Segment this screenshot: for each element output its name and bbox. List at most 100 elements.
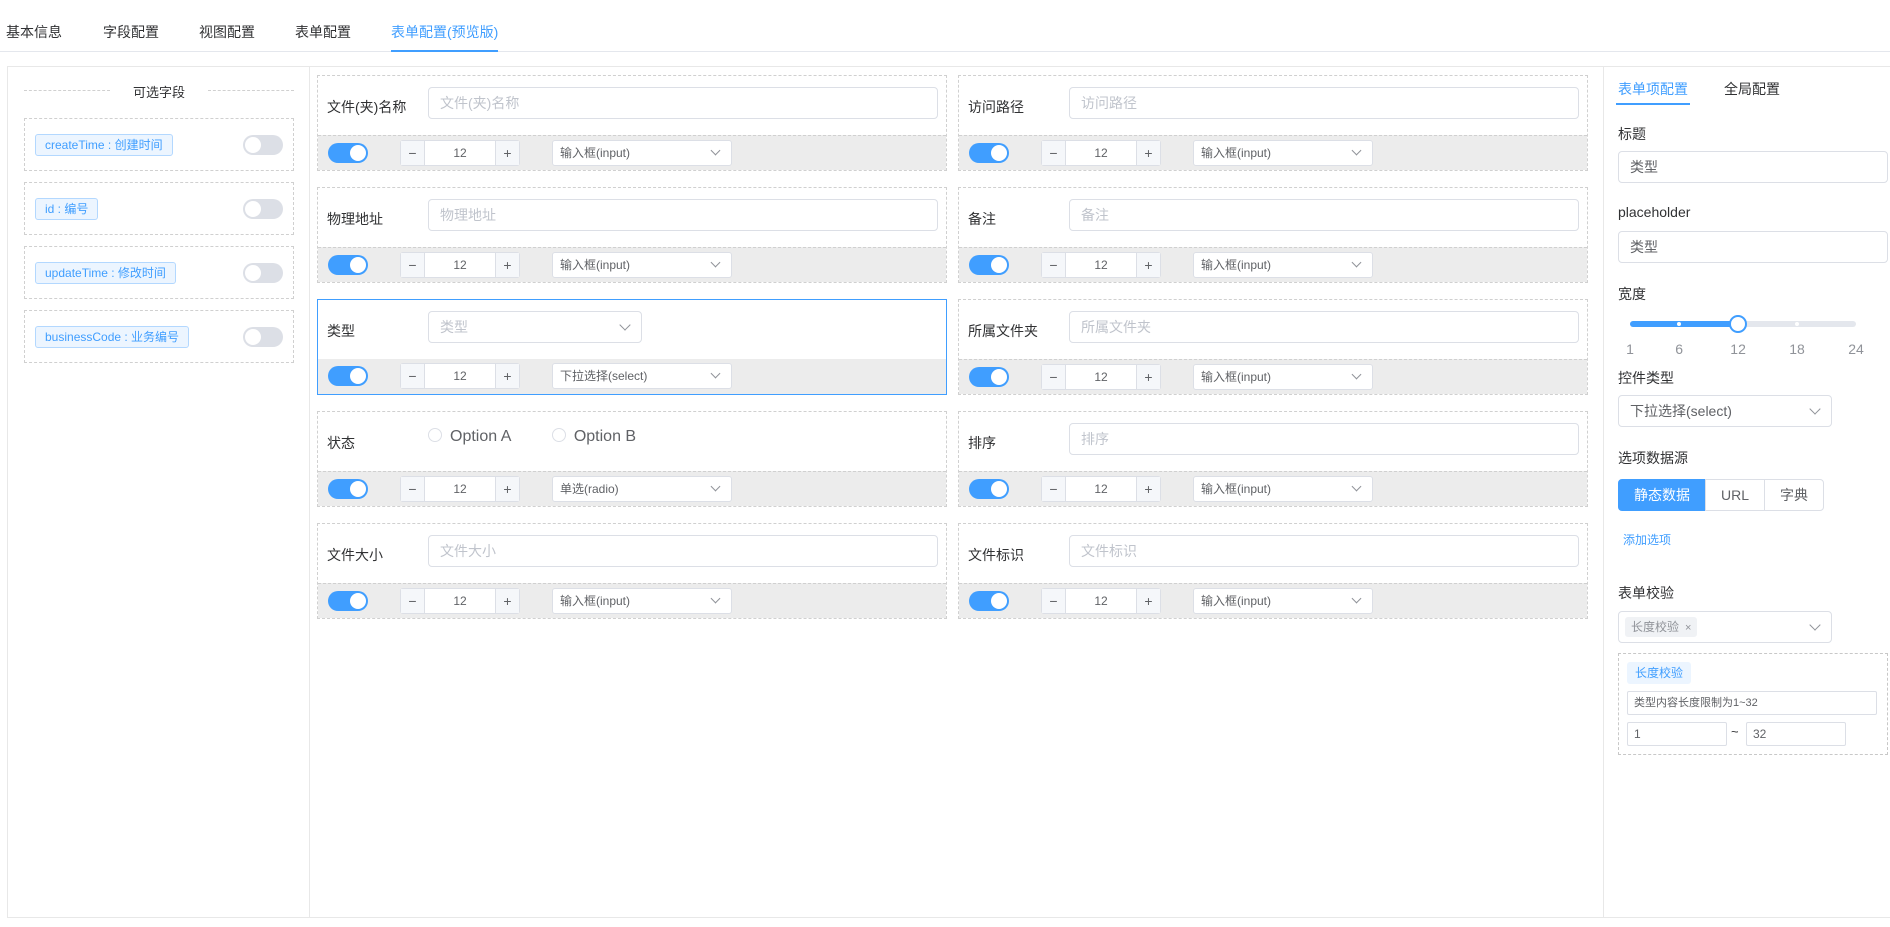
increment-button[interactable]: +	[495, 477, 519, 501]
form-item-toggle[interactable]	[328, 479, 368, 499]
tab-global-config[interactable]: 全局配置	[1724, 79, 1780, 105]
radio-button[interactable]	[428, 428, 442, 442]
field-tag[interactable]: id : 编号	[35, 198, 99, 220]
increment-button[interactable]: +	[495, 589, 519, 613]
radio-button[interactable]	[551, 428, 566, 442]
width-stepper[interactable]: − 12 +	[1041, 364, 1161, 390]
form-item-toggle[interactable]	[328, 255, 368, 275]
form-item-input[interactable]: 访问路径	[1069, 87, 1579, 119]
increment-button[interactable]: +	[1136, 365, 1160, 389]
decrement-button[interactable]: −	[1042, 365, 1066, 389]
rule-message-input[interactable]: 类型内容长度限制为1~32	[1627, 691, 1877, 715]
decrement-button[interactable]: −	[1042, 477, 1066, 501]
control-type-select[interactable]: 单选(radio)	[552, 476, 732, 502]
decrement-button[interactable]: −	[401, 253, 425, 277]
radio-label[interactable]: Option B	[574, 428, 636, 445]
increment-button[interactable]: +	[1136, 589, 1160, 613]
form-item-card[interactable]: 物理地址 物理地址 − 12 + 输入框(input)	[317, 187, 947, 283]
form-item-toggle[interactable]	[969, 367, 1009, 387]
form-item-toggle[interactable]	[969, 479, 1009, 499]
width-value[interactable]: 12	[425, 477, 495, 501]
form-item-select[interactable]: 类型	[428, 311, 642, 343]
form-item-toggle[interactable]	[969, 143, 1009, 163]
field-tag[interactable]: businessCode : 业务编号	[35, 326, 190, 348]
placeholder-input[interactable]: 类型	[1618, 231, 1888, 263]
width-stepper[interactable]: − 12 +	[1041, 140, 1161, 166]
width-stepper[interactable]: − 12 +	[1041, 588, 1161, 614]
form-item-input[interactable]: 文件大小	[428, 535, 938, 567]
width-stepper[interactable]: − 12 +	[400, 363, 520, 389]
control-type-select[interactable]: 下拉选择(select)	[1618, 395, 1832, 427]
form-item-toggle[interactable]	[328, 366, 368, 386]
width-value[interactable]: 12	[1066, 141, 1136, 165]
decrement-button[interactable]: −	[1042, 141, 1066, 165]
control-type-select[interactable]: 输入框(input)	[552, 252, 732, 278]
width-stepper[interactable]: − 12 +	[400, 588, 520, 614]
width-value[interactable]: 12	[1066, 477, 1136, 501]
add-option-link[interactable]: 添加选项	[1623, 531, 1671, 548]
decrement-button[interactable]: −	[401, 477, 425, 501]
decrement-button[interactable]: −	[1042, 589, 1066, 613]
form-item-card-selected[interactable]: 类型 类型 − 12 + 下拉选择(select)	[317, 299, 947, 395]
width-value[interactable]: 12	[425, 141, 495, 165]
width-stepper[interactable]: − 12 +	[400, 140, 520, 166]
control-type-select[interactable]: 输入框(input)	[1193, 588, 1373, 614]
width-stepper[interactable]: − 12 +	[1041, 476, 1161, 502]
width-value[interactable]: 12	[1066, 253, 1136, 277]
control-type-select[interactable]: 下拉选择(select)	[552, 363, 732, 389]
increment-button[interactable]: +	[1136, 477, 1160, 501]
datasource-dict-button[interactable]: 字典	[1764, 479, 1825, 511]
form-item-toggle[interactable]	[969, 255, 1009, 275]
tab-form-config[interactable]: 表单配置	[295, 22, 351, 52]
form-item-input[interactable]: 排序	[1069, 423, 1579, 455]
title-input[interactable]: 类型	[1618, 151, 1888, 183]
datasource-url-button[interactable]: URL	[1705, 479, 1766, 511]
form-item-card[interactable]: 备注 备注 − 12 + 输入框(input)	[958, 187, 1588, 283]
width-value[interactable]: 12	[425, 364, 495, 388]
increment-button[interactable]: +	[495, 141, 519, 165]
form-item-toggle[interactable]	[328, 591, 368, 611]
increment-button[interactable]: +	[1136, 253, 1160, 277]
tab-view-config[interactable]: 视图配置	[199, 22, 255, 52]
increment-button[interactable]: +	[1136, 141, 1160, 165]
form-item-toggle[interactable]	[328, 143, 368, 163]
form-item-card[interactable]: 文件标识 文件标识 − 12 + 输入框(input)	[958, 523, 1588, 619]
form-item-input[interactable]: 所属文件夹	[1069, 311, 1579, 343]
form-item-card[interactable]: 文件大小 文件大小 − 12 + 输入框(input)	[317, 523, 947, 619]
form-item-input[interactable]: 备注	[1069, 199, 1579, 231]
decrement-button[interactable]: −	[1042, 253, 1066, 277]
form-item-input[interactable]: 文件标识	[1069, 535, 1579, 567]
width-value[interactable]: 12	[1066, 365, 1136, 389]
form-item-card[interactable]: 访问路径 访问路径 − 12 + 输入框(input)	[958, 75, 1588, 171]
decrement-button[interactable]: −	[401, 589, 425, 613]
form-item-card[interactable]: 文件(夹)名称 文件(夹)名称 − 12 + 输入框(input)	[317, 75, 947, 171]
form-item-card[interactable]: 状态 Option A Option B − 12 + 单选(radio)	[317, 411, 947, 507]
rule-max-input[interactable]: 32	[1746, 722, 1846, 746]
form-item-toggle[interactable]	[969, 591, 1009, 611]
width-value[interactable]: 12	[1066, 589, 1136, 613]
control-type-select[interactable]: 输入框(input)	[552, 588, 732, 614]
increment-button[interactable]: +	[495, 253, 519, 277]
field-toggle[interactable]	[243, 327, 283, 347]
close-icon[interactable]: ×	[1685, 622, 1691, 634]
radio-label[interactable]: Option A	[450, 428, 511, 445]
field-toggle[interactable]	[243, 199, 283, 219]
validation-select[interactable]: 长度校验 ×	[1618, 611, 1832, 643]
tab-item-config[interactable]: 表单项配置	[1616, 79, 1690, 105]
control-type-select[interactable]: 输入框(input)	[1193, 140, 1373, 166]
decrement-button[interactable]: −	[401, 141, 425, 165]
tab-basic-info[interactable]: 基本信息	[6, 22, 62, 52]
field-toggle[interactable]	[243, 135, 283, 155]
slider-track[interactable]	[1630, 315, 1856, 333]
field-tag[interactable]: updateTime : 修改时间	[35, 262, 176, 284]
width-value[interactable]: 12	[425, 589, 495, 613]
width-stepper[interactable]: − 12 +	[400, 252, 520, 278]
width-stepper[interactable]: − 12 +	[1041, 252, 1161, 278]
form-item-input[interactable]: 物理地址	[428, 199, 938, 231]
field-toggle[interactable]	[243, 263, 283, 283]
width-value[interactable]: 12	[425, 253, 495, 277]
decrement-button[interactable]: −	[401, 364, 425, 388]
tab-form-config-preview[interactable]: 表单配置(预览版)	[391, 22, 499, 52]
width-stepper[interactable]: − 12 +	[400, 476, 520, 502]
datasource-static-button[interactable]: 静态数据	[1618, 479, 1706, 511]
